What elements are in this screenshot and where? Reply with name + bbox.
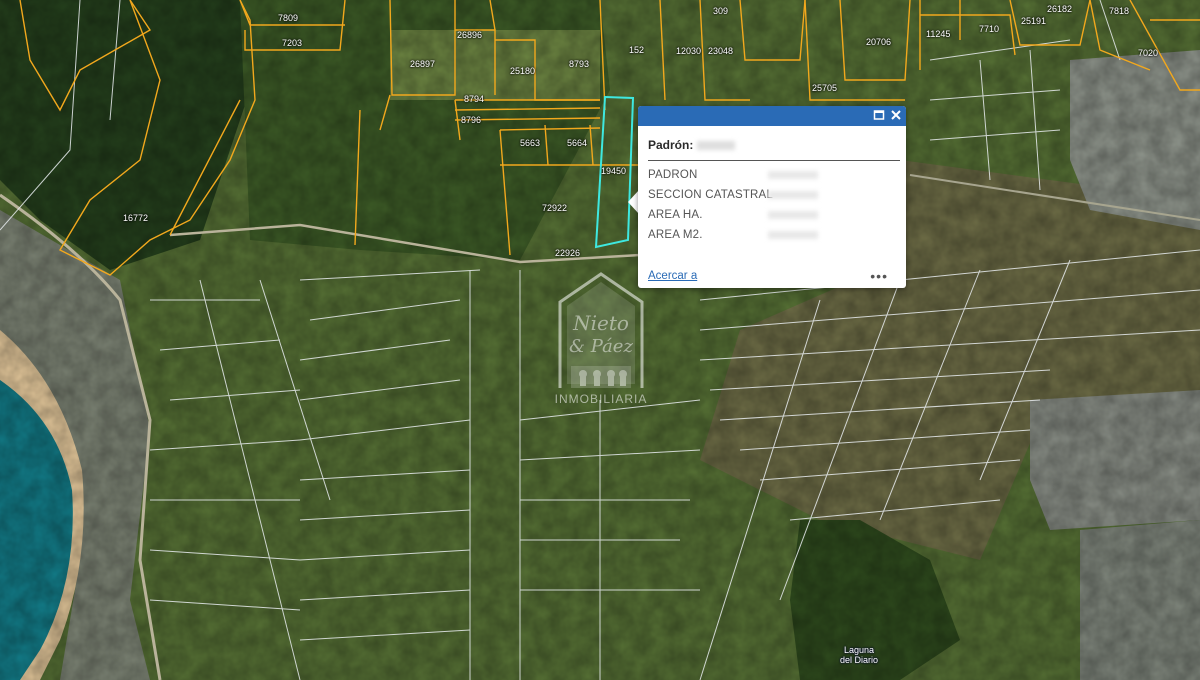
field-row-area-ha: AREA HA.	[638, 207, 906, 227]
parcel-label[interactable]: 16772	[123, 213, 148, 223]
watermark-logo: Nieto & Páez INMOBILIARIA	[545, 270, 657, 416]
parcel-label[interactable]: 5663	[520, 138, 540, 148]
parcel-label[interactable]: 23048	[708, 46, 733, 56]
redacted-value	[768, 231, 818, 239]
svg-text:Nieto: Nieto	[572, 311, 629, 335]
zoom-to-link[interactable]: Acercar a	[648, 270, 697, 282]
parcel-label[interactable]: 7020	[1138, 48, 1158, 58]
svg-text:& Páez: & Páez	[569, 336, 633, 357]
parcel-label[interactable]: 309	[713, 6, 728, 16]
close-icon[interactable]	[889, 109, 903, 123]
field-label: AREA M2.	[648, 229, 703, 241]
parcel-label[interactable]: 7818	[1109, 6, 1129, 16]
redacted-value	[768, 211, 818, 219]
map-view[interactable]: 7809 7203 26896 26897 25180 8793 152 120…	[0, 0, 1200, 680]
field-row-seccion: SECCION CATASTRAL	[638, 187, 906, 207]
parcel-label[interactable]: 7710	[979, 24, 999, 34]
redacted-value	[768, 171, 818, 179]
parcel-label[interactable]: 7809	[278, 13, 298, 23]
parcel-label[interactable]: 22926	[555, 248, 580, 258]
redacted-value	[768, 191, 818, 199]
parcel-label[interactable]: 25705	[812, 83, 837, 93]
feature-popup: Padrón: PADRON SECCION CATASTRAL AREA HA…	[638, 106, 906, 288]
redacted-value	[696, 141, 735, 151]
field-row-area-m2: AREA M2.	[638, 227, 906, 247]
field-label: SECCION CATASTRAL	[648, 189, 774, 201]
parcel-label[interactable]: 26896	[457, 30, 482, 40]
popup-title: Padrón:	[638, 126, 906, 152]
parcel-label[interactable]: 26897	[410, 59, 435, 69]
popup-title-label: Padrón:	[648, 138, 694, 152]
parcel-label[interactable]: 11245	[926, 29, 950, 39]
parcel-label[interactable]: 25191	[1021, 16, 1046, 26]
parcel-label[interactable]: 152	[629, 45, 644, 55]
popup-divider	[648, 160, 900, 161]
field-label: PADRON	[648, 169, 698, 181]
watermark-text: INMOBILIARIA	[554, 392, 648, 406]
parcel-label[interactable]: 5664	[567, 138, 587, 148]
parcel-label[interactable]: 8794	[464, 94, 484, 104]
place-label-line2: del Diario	[839, 655, 879, 665]
parcel-label[interactable]: 19450	[601, 166, 626, 176]
parcel-label[interactable]: 12030	[676, 46, 701, 56]
parcel-label[interactable]: 8796	[461, 115, 481, 125]
parcel-label[interactable]: 25180	[510, 66, 535, 76]
parcel-label[interactable]: 8793	[569, 59, 589, 69]
place-label-line1: Laguna	[843, 645, 875, 655]
ellipsis-icon[interactable]: •••	[870, 268, 888, 284]
field-label: AREA HA.	[648, 209, 703, 221]
parcel-label[interactable]: 72922	[542, 203, 567, 213]
place-label-laguna: Laguna del Diario	[832, 645, 886, 665]
parcel-label[interactable]: 7203	[282, 38, 302, 48]
maximize-icon[interactable]	[872, 109, 886, 123]
parcel-label[interactable]: 26182	[1047, 4, 1072, 14]
popup-header	[638, 106, 906, 126]
parcel-label[interactable]: 20706	[866, 37, 891, 47]
field-row-padron: PADRON	[638, 167, 906, 187]
